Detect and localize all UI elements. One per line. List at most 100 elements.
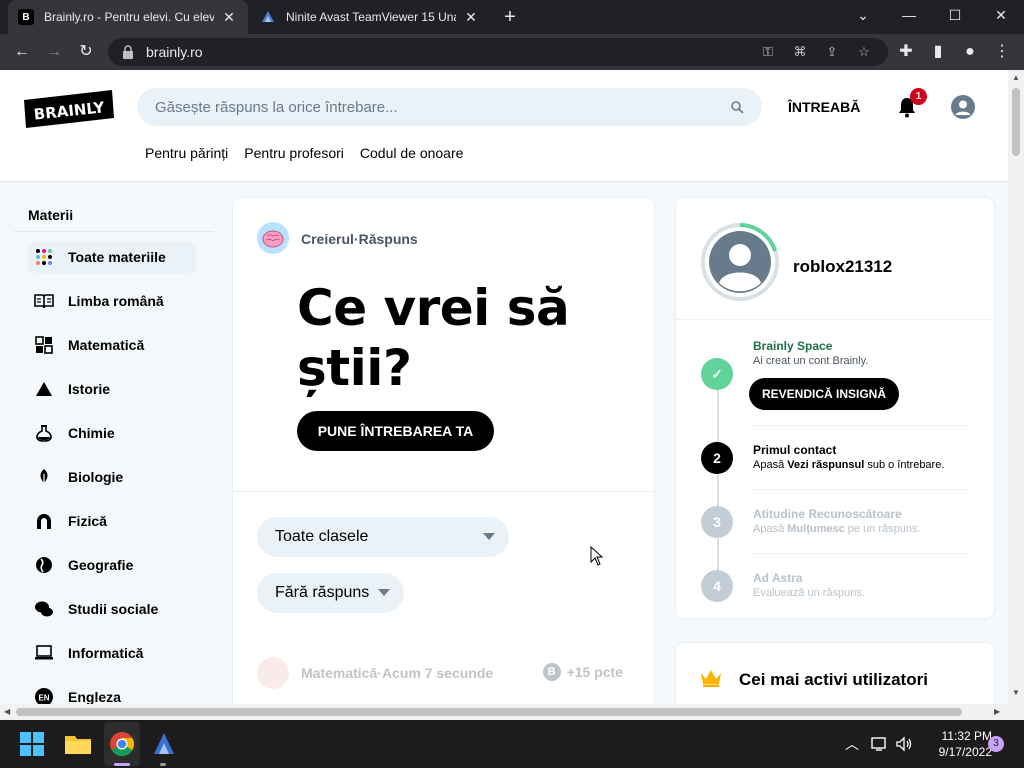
parents-link[interactable]: Pentru părinți: [145, 145, 228, 161]
translate-icon[interactable]: ⌘: [790, 44, 810, 60]
step-title: Brainly Space: [753, 339, 833, 353]
close-tab-icon[interactable]: ✕: [220, 9, 238, 26]
magnet-icon: [34, 511, 54, 531]
profile-icon[interactable]: ●: [958, 40, 982, 64]
scroll-right-icon[interactable]: ▶: [994, 707, 1000, 716]
globe-icon: [34, 555, 54, 575]
volume-icon[interactable]: [895, 736, 913, 752]
minimize-button[interactable]: —: [886, 0, 932, 30]
chat-bubbles-icon: [34, 599, 54, 619]
question-time: Acum 7 secunde: [381, 665, 494, 681]
claim-badge-button[interactable]: REVENDICĂ INSIGNĂ: [749, 378, 899, 410]
sidebar-item-label: Fizică: [68, 513, 107, 529]
file-explorer-icon[interactable]: [62, 728, 94, 760]
status-filter-select[interactable]: Fără răspuns: [257, 573, 404, 613]
brainly-logo[interactable]: BRAINLY: [24, 90, 114, 128]
site-header: BRAINLY ÎNTREABĂ 1 Pentru părinți Pentru…: [0, 70, 1008, 182]
sidebar-item-social-studies[interactable]: Studii sociale: [28, 593, 196, 625]
maximize-button[interactable]: ☐: [932, 0, 978, 30]
sidebar-item-romanian[interactable]: Limba română: [28, 285, 196, 317]
url-text: brainly.ro: [146, 44, 203, 60]
ninite-icon[interactable]: [148, 728, 180, 760]
leaf-icon: [34, 467, 54, 487]
scroll-up-icon[interactable]: ▲: [1012, 73, 1020, 82]
search-input[interactable]: [155, 98, 730, 116]
tab-brainly[interactable]: B Brainly.ro - Pentru elevi. Cu elevi. ✕: [8, 0, 248, 34]
book-icon: [34, 291, 54, 311]
forward-icon[interactable]: →: [42, 40, 66, 64]
scroll-left-icon[interactable]: ◀: [4, 707, 10, 716]
avatar: [257, 657, 289, 689]
notification-center-badge[interactable]: 3: [988, 736, 1004, 752]
browser-toolbar: ← → ↻ brainly.ro ⚿ ⌘ ⇪ ☆ ✚ ▮ ● ⋮: [0, 34, 1024, 70]
tab-search-icon[interactable]: ⌄: [840, 0, 886, 30]
side-panel-icon[interactable]: ▮: [926, 40, 950, 64]
close-tab-icon[interactable]: ✕: [462, 9, 480, 26]
chevron-up-icon[interactable]: ︿: [845, 734, 859, 754]
scroll-down-icon[interactable]: ▼: [1012, 688, 1020, 697]
horizontal-scrollbar[interactable]: ◀ ▶: [0, 704, 1008, 720]
search-icon[interactable]: [730, 100, 744, 114]
card-meta: Creierul·Răspuns: [301, 231, 418, 247]
step-title: Atitudine Recunoscătoare: [753, 507, 902, 521]
sidebar-item-informatics[interactable]: Informatică: [28, 637, 196, 669]
back-icon[interactable]: ←: [10, 40, 34, 64]
sidebar-item-geography[interactable]: Geografie: [28, 549, 196, 581]
class-filter-select[interactable]: Toate clasele: [257, 517, 509, 557]
extensions-icon[interactable]: ✚: [894, 40, 918, 64]
new-tab-button[interactable]: +: [498, 5, 522, 29]
share-icon[interactable]: ⇪: [822, 44, 842, 60]
notification-badge: 1: [910, 88, 927, 105]
sidebar-item-history[interactable]: Istorie: [28, 373, 196, 405]
sidebar-item-label: Matematică: [68, 337, 145, 353]
divider: [233, 491, 654, 492]
tab-title: Ninite Avast TeamViewer 15 Unat: [286, 10, 456, 24]
sidebar-item-math[interactable]: Matematică: [28, 329, 196, 361]
chrome-icon[interactable]: [106, 728, 138, 760]
honor-code-link[interactable]: Codul de onoare: [360, 145, 464, 161]
key-icon[interactable]: ⚿: [758, 44, 778, 60]
teachers-link[interactable]: Pentru profesori: [244, 145, 344, 161]
scrollbar-thumb[interactable]: [16, 708, 962, 716]
clock-date: 9/17/2022: [938, 745, 992, 759]
divider: [753, 425, 969, 426]
sidebar-item-biology[interactable]: Biologie: [28, 461, 196, 493]
brainly-favicon-icon: B: [18, 9, 34, 25]
profile-username[interactable]: roblox21312: [793, 257, 892, 277]
windows-start-icon[interactable]: [16, 728, 48, 760]
avatar[interactable]: [951, 95, 975, 119]
sidebar-item-label: Chimie: [68, 425, 115, 441]
step-2-number: 2: [701, 442, 733, 474]
scrollbar-thumb[interactable]: [1012, 88, 1020, 156]
tab-title: Brainly.ro - Pentru elevi. Cu elevi.: [44, 10, 214, 24]
tab-strip: B Brainly.ro - Pentru elevi. Cu elevi. ✕…: [0, 0, 1024, 34]
profile-progress-ring[interactable]: [700, 222, 780, 302]
question-preview[interactable]: Matematică · Acum 7 secunde B +15 pcte: [257, 653, 627, 693]
star-icon[interactable]: ☆: [854, 44, 874, 60]
address-bar[interactable]: brainly.ro ⚿ ⌘ ⇪ ☆: [108, 38, 888, 66]
tab-ninite[interactable]: Ninite Avast TeamViewer 15 Unat ✕: [250, 0, 490, 34]
divider: [753, 553, 969, 554]
sidebar-item-physics[interactable]: Fizică: [28, 505, 196, 537]
points-value: +15 pcte: [566, 664, 623, 680]
lock-icon: [123, 45, 133, 59]
ninite-favicon-icon: [262, 11, 274, 22]
reload-icon[interactable]: ↻: [74, 40, 98, 64]
ask-question-button[interactable]: PUNE ÎNTREBAREA TA: [297, 411, 494, 451]
step-subtitle: Apasă Mulțumesc pe un răspuns.: [753, 523, 921, 535]
network-icon[interactable]: [871, 736, 889, 752]
clock[interactable]: 11:32 PM 9/17/2022: [922, 728, 992, 760]
ask-question-link[interactable]: ÎNTREABĂ: [788, 99, 860, 115]
pyramid-icon: [34, 379, 54, 399]
sidebar-item-label: Geografie: [68, 557, 134, 573]
vertical-scrollbar[interactable]: ▲ ▼: [1008, 70, 1024, 720]
svg-text:EN: EN: [38, 694, 49, 703]
close-window-button[interactable]: ✕: [978, 0, 1024, 30]
divider: [753, 489, 969, 490]
sidebar-item-all-subjects[interactable]: Toate materiile: [28, 241, 196, 273]
meta-type: Răspuns: [358, 231, 418, 247]
profile-card: roblox21312 ✓ Brainly Space Ai creat un …: [676, 198, 994, 618]
step-subtitle: Evaluează un răspuns.: [753, 587, 865, 599]
sidebar-item-chemistry[interactable]: Chimie: [28, 417, 196, 449]
menu-icon[interactable]: ⋮: [990, 40, 1014, 64]
